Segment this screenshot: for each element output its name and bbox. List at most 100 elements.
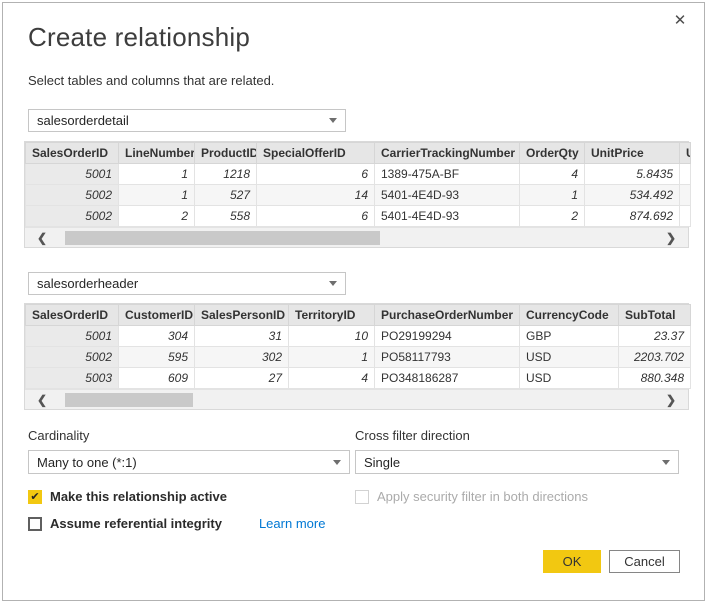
- table-cell[interactable]: 2: [119, 206, 195, 227]
- chevron-down-icon: [662, 460, 670, 465]
- table-cell[interactable]: USD: [520, 368, 619, 389]
- table-row: 5003609274PO348186287USD880.348: [26, 368, 691, 389]
- cross-filter-dropdown[interactable]: Single: [355, 450, 679, 474]
- table1-selector-dropdown[interactable]: salesorderdetail: [28, 109, 346, 132]
- column-header[interactable]: SalesPersonID: [195, 305, 289, 326]
- column-header[interactable]: TerritoryID: [289, 305, 375, 326]
- column-header[interactable]: CarrierTrackingNumber: [375, 143, 520, 164]
- column-header[interactable]: UnitPrice: [585, 143, 680, 164]
- table-cell[interactable]: 880.348: [619, 368, 691, 389]
- table-cell[interactable]: 874.692: [585, 206, 680, 227]
- cardinality-label: Cardinality: [28, 428, 350, 443]
- table-cell[interactable]: [680, 164, 691, 185]
- table2-scroll-thumb[interactable]: [65, 393, 193, 407]
- table-row: 5002255865401-4E4D-932874.692: [26, 206, 691, 227]
- referential-integrity-checkbox[interactable]: [28, 517, 42, 531]
- table-cell[interactable]: 302: [195, 347, 289, 368]
- cardinality-value: Many to one (*:1): [37, 455, 137, 470]
- table-cell[interactable]: 609: [119, 368, 195, 389]
- table-cell[interactable]: 527: [195, 185, 257, 206]
- table-cell[interactable]: 5003: [26, 368, 119, 389]
- column-header[interactable]: ProductID: [195, 143, 257, 164]
- table-cell[interactable]: 534.492: [585, 185, 680, 206]
- table2-selector-dropdown[interactable]: salesorderheader: [28, 272, 346, 295]
- table1-preview: SalesOrderIDLineNumberProductIDSpecialOf…: [24, 141, 689, 248]
- table-cell[interactable]: [680, 206, 691, 227]
- table-cell[interactable]: 595: [119, 347, 195, 368]
- column-header[interactable]: CurrencyCode: [520, 305, 619, 326]
- cross-filter-label: Cross filter direction: [355, 428, 679, 443]
- learn-more-link[interactable]: Learn more: [259, 516, 325, 531]
- table1-horizontal-scrollbar[interactable]: ❮ ❯: [25, 227, 688, 247]
- cancel-button[interactable]: Cancel: [609, 550, 680, 573]
- table-cell[interactable]: 23.37: [619, 326, 691, 347]
- column-header[interactable]: PurchaseOrderNumber: [375, 305, 520, 326]
- table2-horizontal-scrollbar[interactable]: ❮ ❯: [25, 389, 688, 409]
- column-header[interactable]: SubTotal: [619, 305, 691, 326]
- table-row: 50021527145401-4E4D-931534.492: [26, 185, 691, 206]
- table-cell[interactable]: 4: [520, 164, 585, 185]
- table-cell[interactable]: 5002: [26, 185, 119, 206]
- ok-button[interactable]: OK: [543, 550, 601, 573]
- table-cell[interactable]: 27: [195, 368, 289, 389]
- column-header[interactable]: LineNumber: [119, 143, 195, 164]
- column-header[interactable]: CustomerID: [119, 305, 195, 326]
- table-cell[interactable]: PO348186287: [375, 368, 520, 389]
- table-cell[interactable]: 558: [195, 206, 257, 227]
- chevron-down-icon: [329, 281, 337, 286]
- dialog-subtitle: Select tables and columns that are relat…: [28, 73, 704, 88]
- table-cell[interactable]: 1: [119, 164, 195, 185]
- table-cell[interactable]: 5002: [26, 206, 119, 227]
- table-cell[interactable]: 5001: [26, 326, 119, 347]
- table-cell[interactable]: 10: [289, 326, 375, 347]
- table-cell[interactable]: 6: [257, 164, 375, 185]
- chevron-down-icon: [329, 118, 337, 123]
- referential-integrity-label: Assume referential integrity: [50, 516, 222, 531]
- column-header[interactable]: SalesOrderID: [26, 305, 119, 326]
- table1-scroll-track[interactable]: [59, 231, 654, 245]
- relationship-options: Cardinality Cross filter direction Many …: [28, 428, 679, 531]
- cardinality-dropdown[interactable]: Many to one (*:1): [28, 450, 350, 474]
- table-cell[interactable]: 2: [520, 206, 585, 227]
- table-cell[interactable]: PO29199294: [375, 326, 520, 347]
- table-cell[interactable]: 5.8435: [585, 164, 680, 185]
- table-cell[interactable]: 5401-4E4D-93: [375, 206, 520, 227]
- table-cell[interactable]: 4: [289, 368, 375, 389]
- table-cell[interactable]: USD: [520, 347, 619, 368]
- table-row: 50011121861389-475A-BF45.8435: [26, 164, 691, 185]
- table-cell[interactable]: 1389-475A-BF: [375, 164, 520, 185]
- table-cell[interactable]: 31: [195, 326, 289, 347]
- table-cell[interactable]: 1: [289, 347, 375, 368]
- scroll-left-icon[interactable]: ❮: [25, 390, 59, 410]
- close-icon[interactable]: ✕: [670, 11, 690, 31]
- column-header[interactable]: OrderQty: [520, 143, 585, 164]
- create-relationship-dialog: ✕ Create relationship Select tables and …: [2, 2, 705, 601]
- scroll-left-icon[interactable]: ❮: [25, 228, 59, 248]
- table-cell[interactable]: 2203.702: [619, 347, 691, 368]
- table-cell[interactable]: 1218: [195, 164, 257, 185]
- table-cell[interactable]: 1: [520, 185, 585, 206]
- table-cell[interactable]: 304: [119, 326, 195, 347]
- make-active-checkbox[interactable]: ✔: [28, 490, 42, 504]
- chevron-down-icon: [333, 460, 341, 465]
- cross-filter-value: Single: [364, 455, 400, 470]
- column-header[interactable]: SpecialOfferID: [257, 143, 375, 164]
- table1-scroll-thumb[interactable]: [65, 231, 380, 245]
- table-cell[interactable]: 5401-4E4D-93: [375, 185, 520, 206]
- table-cell[interactable]: 5001: [26, 164, 119, 185]
- table2-scroll-track[interactable]: [59, 393, 654, 407]
- table-cell[interactable]: PO58117793: [375, 347, 520, 368]
- table1-header-row: SalesOrderIDLineNumberProductIDSpecialOf…: [26, 143, 691, 164]
- table-cell[interactable]: 14: [257, 185, 375, 206]
- table-row: 50013043110PO29199294GBP23.37: [26, 326, 691, 347]
- column-header[interactable]: U: [680, 143, 691, 164]
- scroll-right-icon[interactable]: ❯: [654, 228, 688, 248]
- table-cell[interactable]: [680, 185, 691, 206]
- scroll-right-icon[interactable]: ❯: [654, 390, 688, 410]
- column-header[interactable]: SalesOrderID: [26, 143, 119, 164]
- table-cell[interactable]: 6: [257, 206, 375, 227]
- table-cell[interactable]: 5002: [26, 347, 119, 368]
- table1: SalesOrderIDLineNumberProductIDSpecialOf…: [25, 142, 691, 227]
- table-cell[interactable]: GBP: [520, 326, 619, 347]
- table-cell[interactable]: 1: [119, 185, 195, 206]
